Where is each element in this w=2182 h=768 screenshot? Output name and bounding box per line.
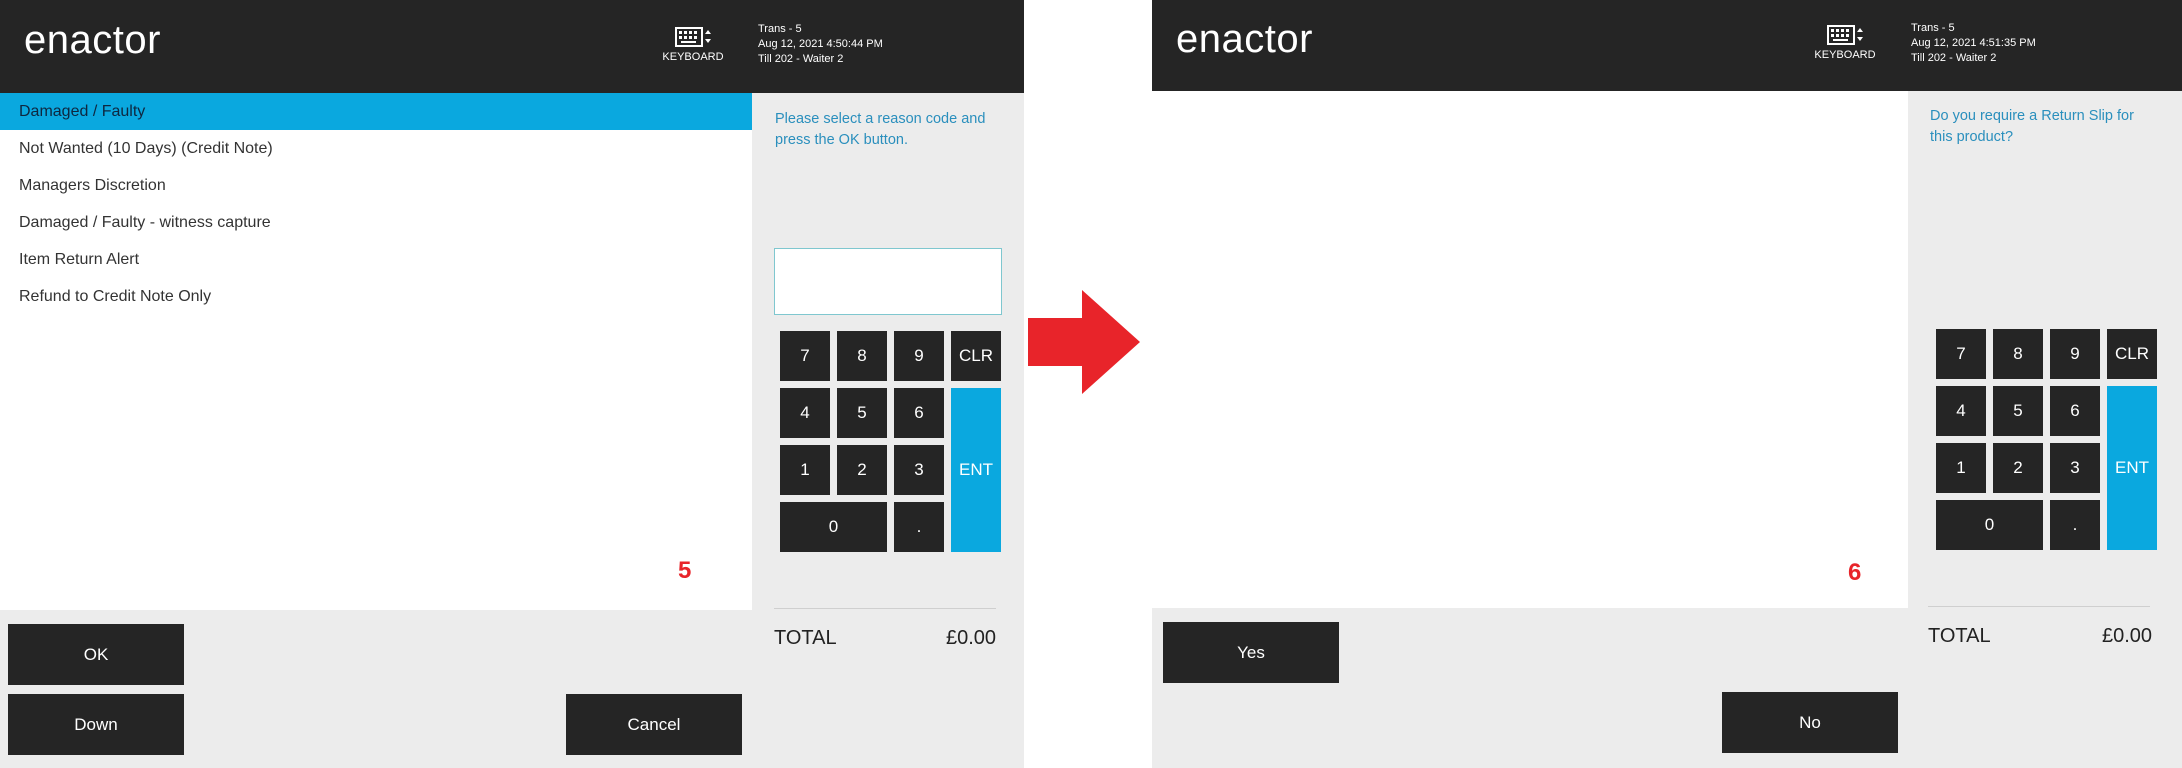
key-decimal[interactable]: .: [894, 502, 944, 552]
transaction-info: Trans - 5 Aug 12, 2021 4:51:35 PM Till 2…: [1911, 21, 2036, 66]
trans-datetime: Aug 12, 2021 4:51:35 PM: [1911, 37, 2036, 49]
divider: [1928, 606, 2150, 607]
keyboard-label: KEYBOARD: [662, 51, 724, 63]
key-9[interactable]: 9: [2050, 329, 2100, 379]
key-3[interactable]: 3: [894, 445, 944, 495]
key-clr[interactable]: CLR: [951, 331, 1001, 381]
down-button[interactable]: Down: [8, 694, 184, 755]
list-item[interactable]: Managers Discretion: [0, 167, 752, 204]
key-5[interactable]: 5: [1993, 386, 2043, 436]
list-item[interactable]: Item Return Alert: [0, 241, 752, 278]
total-value: £0.00: [946, 627, 997, 649]
key-5[interactable]: 5: [837, 388, 887, 438]
prompt-message: Please select a reason code and press th…: [775, 111, 986, 148]
key-6[interactable]: 6: [894, 388, 944, 438]
pos-screen-step-5: enactor KEYBOARD Trans - 5 Aug 12, 2021 …: [0, 0, 1024, 768]
list-item[interactable]: Damaged / Faulty: [0, 93, 752, 130]
key-7[interactable]: 7: [1936, 329, 1986, 379]
key-6[interactable]: 6: [2050, 386, 2100, 436]
key-2[interactable]: 2: [837, 445, 887, 495]
divider: [774, 608, 996, 609]
key-0[interactable]: 0: [1936, 500, 2043, 550]
transaction-info: Trans - 5 Aug 12, 2021 4:50:44 PM Till 2…: [758, 22, 883, 67]
cancel-button[interactable]: Cancel: [566, 694, 742, 755]
no-button[interactable]: No: [1722, 692, 1898, 753]
key-clr[interactable]: CLR: [2107, 329, 2157, 379]
action-bar: OK Down Cancel: [0, 610, 752, 768]
total-label: TOTAL: [1928, 625, 1991, 647]
entry-field[interactable]: [774, 248, 1002, 315]
key-3[interactable]: 3: [2050, 443, 2100, 493]
key-ent[interactable]: ENT: [2107, 386, 2157, 550]
logo-text: enactor: [24, 18, 161, 62]
key-decimal[interactable]: .: [2050, 500, 2100, 550]
till-operator: Till 202 - Waiter 2: [1911, 52, 1997, 64]
key-4[interactable]: 4: [780, 388, 830, 438]
list-item[interactable]: Damaged / Faulty - witness capture: [0, 204, 752, 241]
trans-number: Trans - 5: [758, 23, 802, 35]
key-8[interactable]: 8: [1993, 329, 2043, 379]
ok-button[interactable]: OK: [8, 624, 184, 685]
logo-text: enactor: [1176, 17, 1313, 61]
key-0[interactable]: 0: [780, 502, 887, 552]
total-label: TOTAL: [774, 627, 837, 649]
list-item[interactable]: Not Wanted (10 Days) (Credit Note): [0, 130, 752, 167]
key-2[interactable]: 2: [1993, 443, 2043, 493]
side-panel: Do you require a Return Slip for this pr…: [1908, 91, 2182, 768]
prompt-message: Do you require a Return Slip for this pr…: [1930, 108, 2134, 145]
key-4[interactable]: 4: [1936, 386, 1986, 436]
yes-button[interactable]: Yes: [1163, 622, 1339, 683]
transition-arrow-icon: [1028, 290, 1140, 394]
keyboard-icon: [1827, 25, 1863, 45]
enactor-logo: enactor: [24, 18, 161, 63]
action-bar: Yes No: [1152, 608, 1908, 768]
key-1[interactable]: 1: [1936, 443, 1986, 493]
pos-screen-step-6: enactor KEYBOARD Trans - 5 Aug 12, 2021 …: [1152, 0, 2182, 768]
enactor-logo: enactor: [1176, 17, 1313, 62]
main-content-area: 6: [1152, 91, 1908, 608]
list-item[interactable]: Refund to Credit Note Only: [0, 278, 752, 315]
header-bar: enactor KEYBOARD Trans - 5 Aug 12, 2021 …: [1152, 0, 2182, 91]
step-number: 6: [1848, 559, 1862, 586]
total-value: £0.00: [2102, 625, 2153, 647]
keyboard-icon: [675, 27, 711, 47]
header-bar: enactor KEYBOARD Trans - 5 Aug 12, 2021 …: [0, 0, 1024, 93]
key-9[interactable]: 9: [894, 331, 944, 381]
side-panel: Please select a reason code and press th…: [752, 93, 1024, 768]
key-8[interactable]: 8: [837, 331, 887, 381]
trans-number: Trans - 5: [1911, 22, 1955, 34]
keyboard-button[interactable]: KEYBOARD: [1810, 24, 1880, 61]
reason-code-list: Damaged / Faulty Not Wanted (10 Days) (C…: [0, 93, 752, 610]
keyboard-label: KEYBOARD: [1814, 49, 1876, 61]
trans-datetime: Aug 12, 2021 4:50:44 PM: [758, 38, 883, 50]
keyboard-button[interactable]: KEYBOARD: [658, 26, 728, 63]
key-1[interactable]: 1: [780, 445, 830, 495]
key-7[interactable]: 7: [780, 331, 830, 381]
key-ent[interactable]: ENT: [951, 388, 1001, 552]
step-number: 5: [678, 557, 692, 584]
till-operator: Till 202 - Waiter 2: [758, 53, 844, 65]
